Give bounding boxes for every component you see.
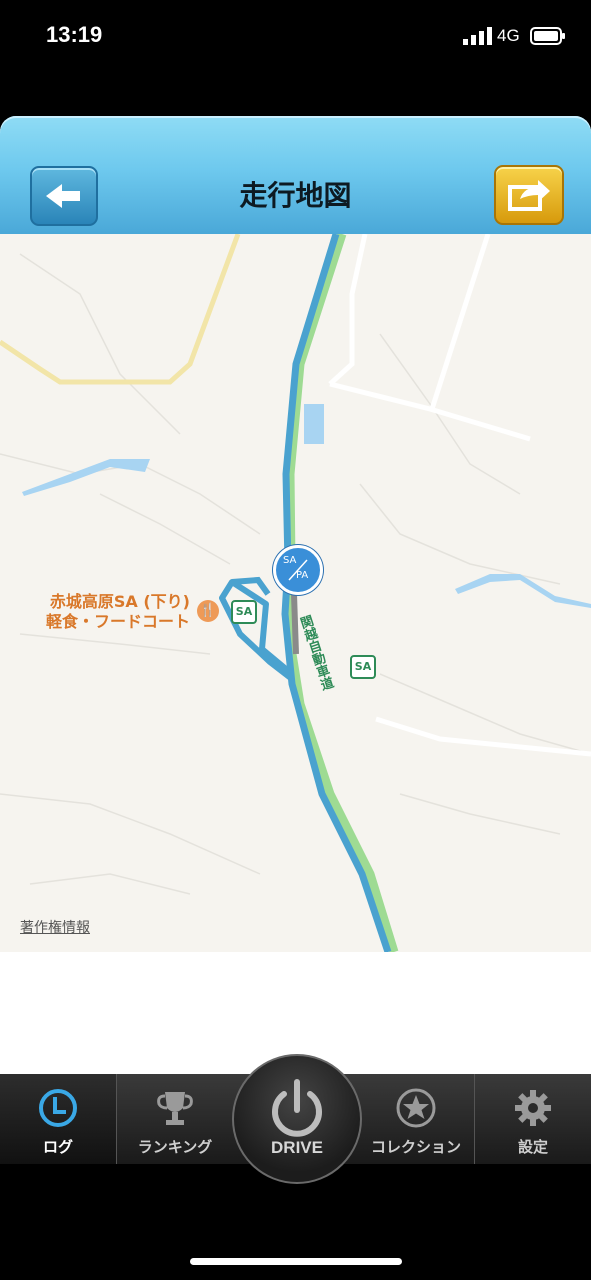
tab-collection-label: コレクション (370, 1138, 461, 1156)
status-bar: 13:19 4G (0, 0, 591, 70)
share-button[interactable] (494, 165, 564, 225)
poi-label[interactable]: 赤城高原SA (下り) 軽食・フードコート (30, 592, 190, 632)
sa-badge[interactable]: SA (350, 655, 376, 679)
restaurant-icon[interactable]: 🍴 (197, 600, 219, 622)
share-icon (508, 180, 550, 211)
route-map[interactable]: 赤城高原SA (下り) 軽食・フードコート 🍴 SA SA SA PA 関越自動… (0, 234, 591, 952)
back-arrow-icon (46, 184, 80, 208)
signal-icon (463, 27, 492, 45)
gear-icon (515, 1090, 551, 1126)
tab-settings-label: 設定 (517, 1138, 548, 1156)
sapa-top: SA (283, 555, 297, 566)
trophy-icon (157, 1092, 193, 1125)
tab-log[interactable]: ログ (0, 1074, 116, 1164)
tab-ranking[interactable]: ランキング (117, 1074, 233, 1164)
tab-collection[interactable]: コレクション (358, 1074, 474, 1164)
drive-label: DRIVE (271, 1138, 323, 1157)
star-icon (396, 1088, 436, 1128)
network-type: 4G (497, 26, 520, 45)
sa-badge[interactable]: SA (231, 600, 257, 624)
home-indicator[interactable] (190, 1258, 402, 1265)
status-time: 13:19 (46, 22, 103, 47)
tab-settings[interactable]: 設定 (475, 1074, 591, 1164)
back-button[interactable] (30, 166, 98, 226)
copyright-link[interactable]: 著作権情報 (20, 917, 90, 937)
tab-ranking-label: ランキング (137, 1138, 213, 1156)
poi-name-line2: 軽食・フードコート (45, 612, 190, 631)
sapa-bottom: PA (296, 570, 309, 581)
clock-icon (39, 1089, 77, 1127)
drive-button[interactable]: DRIVE (232, 1054, 362, 1184)
tab-log-label: ログ (42, 1138, 73, 1156)
sapa-marker[interactable]: SA PA (273, 545, 323, 595)
battery-icon (530, 27, 565, 45)
poi-name-line1: 赤城高原SA (下り) (49, 592, 190, 611)
